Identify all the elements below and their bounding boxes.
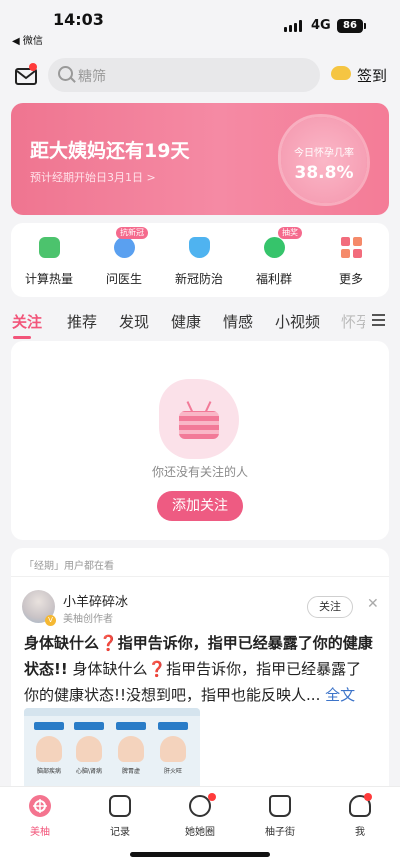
search-placeholder: 糖筛	[78, 69, 106, 85]
status-bar: 14:03 ◀ 微信 4G 86	[0, 0, 400, 48]
nav-label: 我	[355, 827, 365, 838]
nav-label: 她她圈	[185, 827, 215, 838]
quick-item-label: 福利群	[255, 272, 292, 286]
close-icon[interactable]: ✕	[367, 596, 379, 612]
period-countdown: 距大姨妈还有19天	[30, 140, 190, 162]
author-name[interactable]: 小羊碎碎冰	[63, 591, 128, 610]
home-indicator	[130, 852, 270, 857]
nav-label: 柚子街	[265, 827, 295, 838]
signal-icon	[284, 20, 304, 32]
tab-pregnancy[interactable]: 怀孕	[341, 311, 365, 332]
quick-item-label: 问医生	[105, 272, 142, 286]
clock: 14:03	[53, 10, 104, 29]
post-thumbnail[interactable]: 脑部疾病 心脑\肾病 脾胃虚 肝火旺	[24, 708, 200, 793]
quick-item-label: 更多	[338, 272, 363, 286]
quick-item-badge: 抽奖	[278, 227, 302, 239]
period-start-link[interactable]: 预计经期开始日3月1日 >	[30, 169, 156, 185]
calculator-icon	[39, 237, 60, 258]
pregnancy-chance-value: 38.8%	[294, 163, 354, 183]
thumbnail-caption: 脑部疾病	[36, 768, 61, 775]
doctor-icon	[114, 237, 135, 258]
quick-menu: 计算热量 抗新冠 问医生 新冠防治 抽奖 福利群 更多	[11, 223, 389, 297]
search-icon	[58, 66, 73, 81]
nav-record[interactable]: 记录	[90, 795, 150, 839]
tab-health[interactable]: 健康	[171, 311, 201, 332]
follow-author-button[interactable]: 关注	[307, 596, 353, 618]
signin-button[interactable]: 签到	[357, 65, 387, 86]
tab-short-video[interactable]: 小视频	[275, 311, 320, 332]
hamburger-menu-icon[interactable]	[372, 314, 385, 326]
shield-icon	[189, 237, 210, 258]
thumbnail-caption: 脾胃虚	[121, 768, 140, 775]
notification-dot	[208, 793, 216, 801]
tab-discover[interactable]: 发现	[119, 311, 149, 332]
notification-dot	[364, 793, 372, 801]
battery-icon: 86	[337, 19, 366, 33]
add-follow-button[interactable]: 添加关注	[157, 491, 243, 521]
tab-active-indicator	[13, 336, 31, 339]
quick-item-group[interactable]: 抽奖 福利群	[236, 223, 312, 297]
quick-item-badge: 抗新冠	[116, 227, 148, 239]
post-body-part: 身体缺什么	[67, 660, 148, 678]
mail-unread-dot	[29, 63, 37, 71]
quick-item-covid[interactable]: 新冠防治	[161, 223, 237, 297]
channel-tabs: 关注 推荐 发现 健康 情感 小视频 怀孕	[0, 306, 400, 339]
tab-recommend[interactable]: 推荐	[67, 311, 97, 332]
calendar-icon	[109, 795, 131, 817]
divider	[11, 576, 389, 577]
search-bar[interactable]: 糖筛	[48, 58, 320, 92]
network-type: 4G	[311, 18, 331, 33]
quick-item-calorie[interactable]: 计算热量	[11, 223, 87, 297]
coin-icon[interactable]	[331, 66, 351, 80]
question-mark-icon: ❓	[147, 660, 167, 678]
feed-context-label: 「经期」用户都在看	[24, 561, 114, 572]
nav-label: 记录	[110, 827, 130, 838]
tab-emotion[interactable]: 情感	[223, 311, 253, 332]
pregnancy-chance-badge[interactable]: 今日怀孕几率 38.8%	[281, 117, 367, 203]
period-banner[interactable]: 距大姨妈还有19天 预计经期开始日3月1日 > 今日怀孕几率 38.8%	[11, 103, 389, 215]
meiyou-icon	[29, 795, 51, 817]
feed-post-card[interactable]: 「经期」用户都在看 V 小羊碎碎冰 美柚创作者 关注 ✕ 身体缺什么❓指甲告诉你…	[11, 548, 389, 793]
read-full-link[interactable]: 全文	[320, 686, 355, 704]
quick-item-label: 新冠防治	[174, 272, 223, 286]
quick-item-label: 计算热量	[24, 272, 73, 286]
pregnancy-chance-label: 今日怀孕几率	[294, 148, 354, 159]
nav-circle[interactable]: 她她圈	[170, 793, 230, 839]
tab-follow[interactable]: 关注	[12, 311, 42, 332]
nav-shop[interactable]: 柚子街	[250, 795, 310, 839]
quick-item-doctor[interactable]: 抗新冠 问医生	[86, 223, 162, 297]
empty-tv-illustration	[159, 379, 239, 459]
verified-badge-icon: V	[45, 615, 56, 626]
shop-bag-icon	[269, 795, 291, 817]
nav-label: 美柚	[30, 827, 50, 838]
post-excerpt: 身体缺什么❓指甲告诉你，指甲已经暴露了你的健康状态!! 身体缺什么❓指甲告诉你，…	[24, 630, 376, 708]
chat-group-icon	[264, 237, 285, 258]
back-to-app-link[interactable]: ◀ 微信	[12, 32, 43, 47]
post-title-part: 身体缺什么	[24, 634, 100, 652]
nav-meiyou[interactable]: 美柚	[10, 795, 70, 839]
thumbnail-caption: 肝火旺	[163, 768, 182, 775]
grid-icon	[341, 237, 362, 258]
follow-empty-card: 你还没有关注的人 添加关注	[11, 341, 389, 540]
nav-me[interactable]: 我	[330, 793, 390, 839]
question-mark-icon: ❓	[99, 634, 118, 652]
thumbnail-caption: 心脑\肾病	[75, 768, 103, 775]
author-role: 美柚创作者	[63, 614, 113, 625]
quick-item-more[interactable]: 更多	[313, 223, 389, 297]
empty-follow-message: 你还没有关注的人	[151, 465, 248, 479]
